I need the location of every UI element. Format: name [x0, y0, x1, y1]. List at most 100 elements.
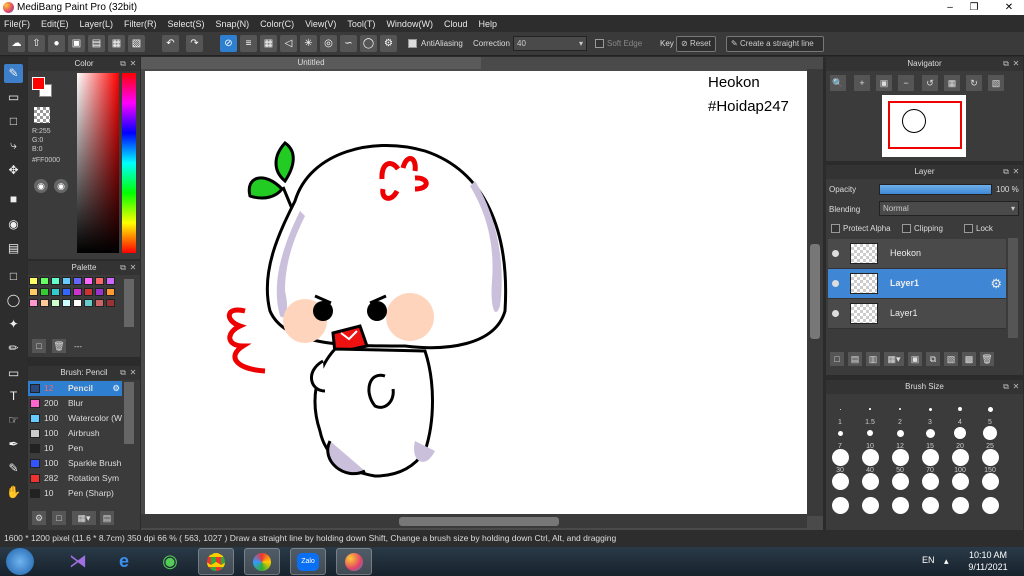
select-tool-icon[interactable]: □ — [4, 267, 23, 286]
brush-copy-icon[interactable]: ▤ — [100, 511, 114, 525]
navigator-thumbnail[interactable] — [882, 95, 966, 157]
brush-size-dot[interactable] — [951, 472, 969, 490]
brush-size-dot[interactable] — [987, 406, 993, 412]
color-wheel-icon[interactable]: ◉ — [34, 179, 48, 193]
palette-swatch[interactable] — [62, 288, 71, 296]
palette-scrollbar[interactable] — [124, 279, 134, 327]
brush-size-dot[interactable] — [981, 448, 999, 466]
brush-item[interactable]: 200 Blur — [28, 396, 122, 411]
brush-size-dot[interactable] — [837, 430, 843, 436]
close-panel-icon[interactable]: ✕ — [128, 366, 138, 380]
new-8bit-layer-icon[interactable]: ▥ — [866, 352, 880, 366]
antialiasing-checkbox[interactable] — [408, 39, 417, 48]
brush-tool-icon[interactable]: ✎ — [4, 64, 23, 83]
layout-icon[interactable]: ▧ — [128, 35, 145, 52]
brush-item[interactable]: 282 Rotation Sym — [28, 471, 122, 486]
brush-size-dot[interactable] — [899, 408, 901, 410]
palette-swatch[interactable] — [95, 277, 104, 285]
language-indicator[interactable]: EN — [922, 555, 935, 565]
redo-icon[interactable]: ↷ — [186, 35, 203, 52]
float-icon[interactable]: ⧉ — [1001, 380, 1011, 394]
palette-swatch[interactable] — [29, 288, 38, 296]
menu-tool[interactable]: Tool(T) — [347, 19, 375, 29]
dot-tool-icon[interactable]: □ — [4, 112, 23, 131]
brush-size-dot[interactable] — [954, 427, 966, 439]
select-pen-icon[interactable]: ✏ — [4, 339, 23, 358]
brush-size-dot[interactable] — [891, 472, 909, 490]
brush-size-dot[interactable] — [958, 407, 962, 411]
cloud-icon[interactable]: ☁ — [8, 35, 25, 52]
visibility-icon[interactable] — [832, 280, 839, 287]
brush-size-dot[interactable] — [928, 407, 932, 411]
shape-tool-icon[interactable]: ■ — [4, 190, 23, 209]
reset-view-icon[interactable]: ▧ — [988, 75, 1004, 91]
palette-swatch[interactable] — [84, 299, 93, 307]
new-palette-icon[interactable]: □ — [32, 339, 46, 353]
drawing-canvas[interactable]: Heokon #Hoidap247 — [145, 71, 807, 514]
palette-swatch[interactable] — [95, 288, 104, 296]
merge-down-icon[interactable]: ▧ — [944, 352, 958, 366]
menu-view[interactable]: View(V) — [305, 19, 336, 29]
soft-edge-checkbox[interactable] — [595, 39, 604, 48]
new-halftone-layer-icon[interactable]: ▤ — [848, 352, 862, 366]
gradient-tool-icon[interactable]: ▤ — [4, 239, 23, 258]
app-icon[interactable]: ◉ — [152, 548, 188, 575]
visibility-icon[interactable] — [832, 310, 839, 317]
circle-snap-icon[interactable]: ◎ — [320, 35, 337, 52]
gear-icon[interactable]: ⚙ — [990, 276, 1002, 292]
brush-size-dot[interactable] — [921, 496, 939, 514]
rotate-left-icon[interactable]: ↺ — [922, 75, 938, 91]
add-layer-menu-icon[interactable]: ▦▾ — [884, 352, 904, 366]
menu-cloud[interactable]: Cloud — [444, 19, 468, 29]
brush-size-dot[interactable] — [831, 472, 849, 490]
menu-edit[interactable]: Edit(E) — [41, 19, 69, 29]
app-icon-2[interactable] — [244, 548, 280, 575]
palette-swatch[interactable] — [73, 288, 82, 296]
palette-swatch[interactable] — [40, 288, 49, 296]
brush-size-dot[interactable] — [891, 448, 909, 466]
zoom-in-icon[interactable]: + — [854, 75, 870, 91]
move-tool-icon[interactable]: ✥ — [4, 161, 23, 180]
share-icon[interactable]: ⇧ — [28, 35, 45, 52]
palette-swatch[interactable] — [40, 299, 49, 307]
operation-tool-icon[interactable]: ☞ — [4, 411, 23, 430]
folder-icon[interactable]: ▣ — [908, 352, 922, 366]
layer-row-selected[interactable]: Layer1 ⚙ — [828, 269, 1006, 299]
palette-swatch[interactable] — [73, 299, 82, 307]
palette-swatch[interactable] — [29, 277, 38, 285]
brush-size-dot[interactable] — [867, 430, 873, 436]
ellipse-snap-icon[interactable]: ◯ — [360, 35, 377, 52]
tray-chevron-icon[interactable]: ▴ — [944, 556, 949, 567]
palette-swatch[interactable] — [84, 288, 93, 296]
new-layer-icon[interactable]: □ — [830, 352, 844, 366]
visibility-icon[interactable] — [832, 250, 839, 257]
opacity-slider[interactable] — [879, 184, 992, 195]
brush-size-dot[interactable] — [861, 448, 879, 466]
rotate-right-icon[interactable]: ↻ — [966, 75, 982, 91]
eyedropper-icon[interactable]: ✒ — [4, 435, 23, 454]
palette-swatch[interactable] — [51, 299, 60, 307]
hue-slider[interactable] — [122, 73, 136, 253]
blending-select[interactable]: Normal ▾ — [879, 201, 1019, 216]
palette-swatch[interactable] — [62, 299, 71, 307]
snap-off-icon[interactable]: ⊘ — [220, 35, 237, 52]
brush-item[interactable]: 100 Airbrush — [28, 426, 122, 441]
document-tab[interactable]: Untitled — [141, 57, 481, 69]
horizontal-scroll-thumb[interactable] — [399, 517, 559, 526]
undo-icon[interactable]: ↶ — [162, 35, 179, 52]
zoom-out-icon[interactable]: − — [898, 75, 914, 91]
brush-size-dot[interactable] — [861, 496, 879, 514]
brush-size-dot[interactable] — [839, 408, 841, 410]
color-mix-icon[interactable]: ◉ — [54, 179, 68, 193]
close-panel-icon[interactable]: ✕ — [1011, 380, 1021, 394]
parallel-snap-icon[interactable]: ≡ — [240, 35, 257, 52]
close-panel-icon[interactable]: ✕ — [1011, 57, 1021, 71]
menu-layer[interactable]: Layer(L) — [80, 19, 114, 29]
brush-add-menu-icon[interactable]: ▦▾ — [72, 511, 96, 525]
brush-size-dot[interactable] — [983, 426, 997, 440]
smudge-tool-icon[interactable]: ⤷ — [4, 136, 23, 155]
brush-size-dot[interactable] — [861, 472, 879, 490]
float-icon[interactable]: ⧉ — [118, 261, 128, 275]
fit-icon[interactable]: ▣ — [876, 75, 892, 91]
brush-size-dot[interactable] — [981, 496, 999, 514]
